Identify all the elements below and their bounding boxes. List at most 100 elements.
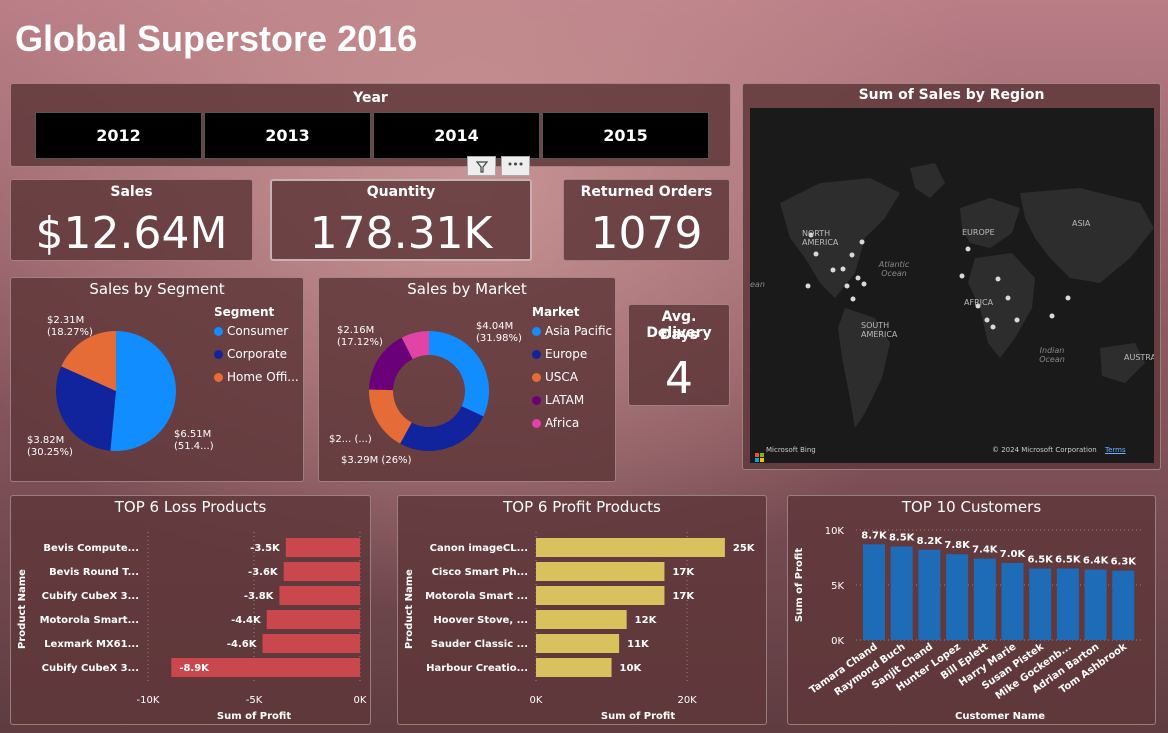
map-title: Sum of Sales by Region <box>858 87 1045 103</box>
filter-icon[interactable] <box>467 156 496 176</box>
data-label: 6.5K <box>1027 555 1054 566</box>
data-label: -4.4K <box>231 615 262 626</box>
category-label: Motorola Smart... <box>40 615 139 626</box>
category-label: Cubify CubeX 3... <box>42 591 139 602</box>
bar[interactable] <box>1084 569 1107 640</box>
bar[interactable] <box>285 538 360 557</box>
asia-pacific-dot-icon <box>532 327 541 336</box>
map-label-australia: AUSTRAL <box>1124 353 1154 362</box>
loss-bar-chart[interactable]: -10K -5K 0K Bevis Compute... -3.5K Bevis Roun… <box>11 496 370 724</box>
bar[interactable] <box>946 554 969 640</box>
market-legend-latam[interactable]: LATAM <box>532 393 584 407</box>
y-axis-title: Product Name <box>404 569 415 649</box>
year-slicer-title: Year <box>353 90 388 106</box>
kpi-returned-value: 1079 <box>590 208 703 259</box>
data-label: -3.8K <box>244 591 275 602</box>
market-data-label: $2... (...) <box>329 434 372 445</box>
bar[interactable] <box>262 634 360 653</box>
bar[interactable] <box>283 562 360 581</box>
bar[interactable] <box>536 658 612 677</box>
y-tick-label: 5K <box>831 581 844 592</box>
segment-legend-consumer[interactable]: Consumer <box>214 324 288 338</box>
bar[interactable] <box>266 610 360 629</box>
bar[interactable] <box>536 538 725 557</box>
kpi-delivery-label-2: Days <box>659 327 699 343</box>
bar[interactable] <box>1056 568 1079 641</box>
bar[interactable] <box>918 549 941 640</box>
data-label: 17K <box>672 591 695 602</box>
market-legend-asia-pacific[interactable]: Asia Pacific <box>532 324 612 338</box>
year-option-2014[interactable]: 2014 <box>373 112 540 159</box>
corporate-dot-icon <box>214 350 223 359</box>
customers-bar-chart[interactable]: 0K5K10K 8.7KTamara Chand8.5KRaymond Buch8… <box>788 496 1155 724</box>
data-label: -8.9K <box>179 663 210 674</box>
x-axis-title: Customer Name <box>955 711 1045 722</box>
data-label: 7.4K <box>972 545 999 556</box>
year-option-2013[interactable]: 2013 <box>204 112 371 159</box>
market-legend-title: Market <box>532 305 580 319</box>
year-option-2012[interactable]: 2012 <box>35 112 202 159</box>
map-label-asia: ASIA <box>1072 219 1091 228</box>
data-label: -4.6K <box>227 639 258 650</box>
x-axis-title: Sum of Profit <box>601 711 675 722</box>
category-label: Motorola Smart ... <box>425 591 528 602</box>
kpi-sales-label: Sales <box>110 184 153 200</box>
bar[interactable] <box>973 558 996 640</box>
home-office-dot-icon <box>214 373 223 382</box>
map-canvas[interactable]: NORTH AMERICA SOUTH AMERICA EUROPE ASIA … <box>750 108 1154 463</box>
bar[interactable] <box>536 586 665 605</box>
profit-bar-chart[interactable]: 0K 20K Canon imageCL... 25K Cisco Smart Ph..… <box>398 496 766 724</box>
y-tick-label: 10K <box>825 526 845 537</box>
segment-legend-title: Segment <box>214 305 275 319</box>
category-label: Cubify CubeX 3... <box>42 663 139 674</box>
bar[interactable] <box>536 634 620 653</box>
data-label: 12K <box>635 615 658 626</box>
kpi-sales: Sales $12.64M <box>10 179 253 261</box>
map-terms-link[interactable]: Terms <box>1105 446 1126 454</box>
bar[interactable] <box>890 546 913 641</box>
sales-by-market-card: Sales by Market $4.04M (31.98%) $3.29M (26… <box>318 277 616 482</box>
market-slice[interactable] <box>400 406 484 451</box>
europe-dot-icon <box>532 350 541 359</box>
market-legend-usca[interactable]: USCA <box>532 370 578 384</box>
category-label: Cisco Smart Ph... <box>432 567 528 578</box>
bar[interactable] <box>536 610 627 629</box>
bar[interactable] <box>1029 568 1052 641</box>
category-label: Hoover Stove, ... <box>433 615 528 626</box>
segment-legend-corporate[interactable]: Corporate <box>214 347 287 361</box>
y-tick-label: 0K <box>831 636 844 647</box>
bar[interactable] <box>279 586 360 605</box>
bar[interactable] <box>536 562 665 581</box>
market-legend-africa[interactable]: Africa <box>532 416 579 430</box>
page-title: Global Superstore 2016 <box>15 18 418 59</box>
bar[interactable] <box>1001 563 1024 640</box>
data-label: 6.3K <box>1111 557 1138 568</box>
kpi-quantity: Quantity 178.31K <box>270 179 532 261</box>
map-label-indian: Indian Ocean <box>1039 346 1065 364</box>
category-label: Harbour Creatio... <box>426 663 528 674</box>
data-label: -3.6K <box>248 567 279 578</box>
bar[interactable] <box>1112 570 1135 640</box>
bar[interactable] <box>863 544 885 640</box>
consumer-dot-icon <box>214 327 223 336</box>
data-label: 6.4K <box>1083 556 1110 567</box>
profit-products-card: TOP 6 Profit Products 0K 20K Canon imageCL… <box>397 495 767 725</box>
year-slicer: Year 2012 2013 2014 2015 <box>10 83 731 167</box>
y-axis-title: Sum of Profit <box>794 548 805 622</box>
x-tick-label: 0K <box>354 695 367 706</box>
category-label: Sauder Classic ... <box>431 639 528 650</box>
world-map <box>780 163 1154 428</box>
data-label: 7.0K <box>1000 549 1027 560</box>
map-label-north-america: NORTH AMERICA <box>802 229 839 247</box>
segment-slice[interactable] <box>110 331 177 451</box>
map-label-atlantic: Atlantic Ocean <box>878 260 910 278</box>
x-axis-title: Sum of Profit <box>217 711 291 722</box>
segment-legend-home-office[interactable]: Home Offi... <box>214 370 299 384</box>
category-label: Lexmark MX61... <box>44 639 139 650</box>
more-options-icon[interactable] <box>501 156 530 176</box>
year-option-2015[interactable]: 2015 <box>542 112 709 159</box>
africa-dot-icon <box>532 419 541 428</box>
market-legend-europe[interactable]: Europe <box>532 347 587 361</box>
sales-map-card: Sum of Sales by Region NORTH AMERICA SOU… <box>742 83 1161 470</box>
data-label: 17K <box>672 567 695 578</box>
